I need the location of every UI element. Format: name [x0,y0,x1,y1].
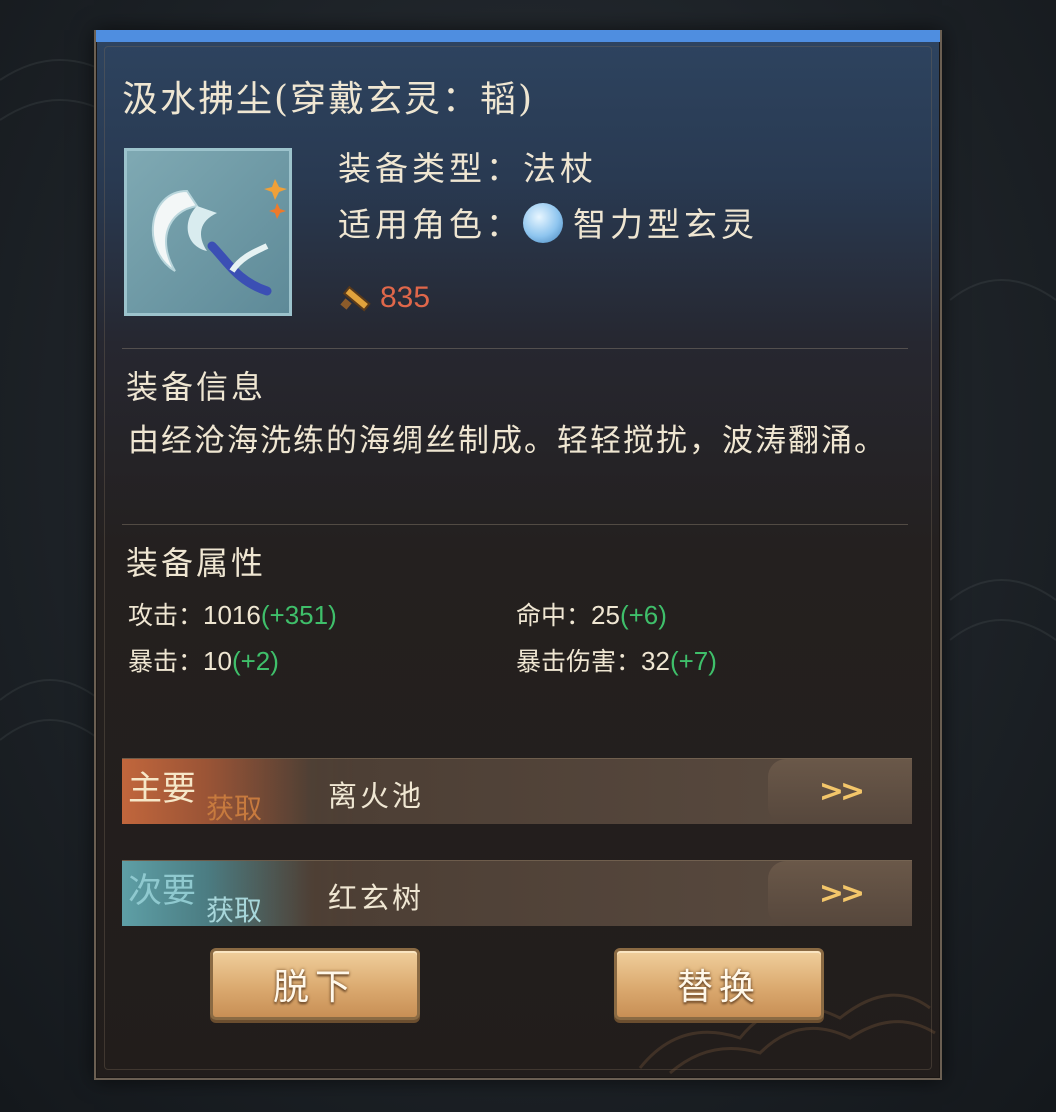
primary-source-go-button[interactable]: >> [768,759,912,824]
role-value: 智力型玄灵 [573,205,758,244]
power-row: 835 [338,280,430,316]
stat-crit: 暴击：10(+2) [128,646,279,676]
equipment-detail-panel: 汲水拂尘(穿戴玄灵：韬) 装备类型：法杖 适用角色： 智力型玄灵 835 装备信息… [94,30,942,1080]
stat-hit: 命中：25(+6) [516,600,667,630]
primary-source-bar[interactable]: 主要 获取 离火池 >> [122,758,912,825]
info-heading: 装备信息 [126,368,267,406]
replace-button[interactable]: 替换 [614,948,824,1020]
equipment-title: 汲水拂尘(穿戴玄灵：韬) [122,79,535,120]
sword-power-icon [340,285,371,312]
power-value: 835 [380,281,431,314]
intelligence-role-icon [523,203,563,243]
role-label: 适用角色： [338,205,523,244]
stat-attack: 攻击：1016(+351) [128,600,337,630]
secondary-source-bar[interactable]: 次要 获取 红玄树 >> [122,860,912,927]
equipment-description: 由经沧海洗练的海绸丝制成。轻轻搅扰，波涛翻涌。 [128,423,887,459]
feather-duster-weapon-icon [151,179,287,296]
double-chevron-right-icon: >> [818,876,865,911]
item-portrait[interactable] [124,148,292,316]
stat-crit-damage: 暴击伤害：32(+7) [516,646,717,676]
secondary-source-name: 红玄树 [328,881,425,915]
unequip-button[interactable]: 脱下 [210,948,420,1020]
double-chevron-right-icon: >> [818,774,865,809]
divider-top [122,348,908,349]
primary-source-name: 离火池 [328,779,425,813]
secondary-source-tag: 次要 获取 [122,861,312,927]
attributes-heading: 装备属性 [126,544,267,582]
divider-middle [122,524,908,525]
primary-source-tag: 主要 获取 [122,759,312,825]
panel-top-accent-bar [96,30,940,42]
equipment-type-label: 装备类型：法杖 [338,149,597,188]
applicable-role-row: 适用角色： 智力型玄灵 [338,198,758,247]
secondary-source-go-button[interactable]: >> [768,861,912,926]
